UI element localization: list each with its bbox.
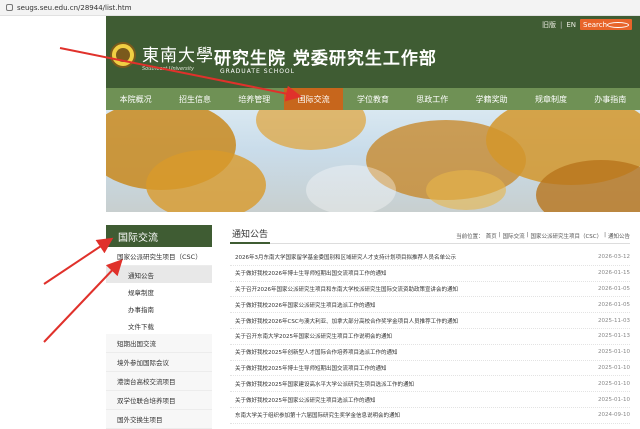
news-date: 2025-01-10 (598, 380, 630, 387)
news-title[interactable]: 关于做好我校2025年博士生导师短期出国交流项目工作的通知 (235, 364, 575, 372)
sidebar-item-exchange-student[interactable]: 国外交换生项目 (106, 410, 212, 429)
nav-item-ideology[interactable]: 思政工作 (403, 88, 462, 110)
news-row[interactable]: 关于做好我校2026年博士生导师短期出国交流项目工作的通知 2026-01-15 (230, 266, 630, 282)
news-row[interactable]: 关于召开2026年国家公派研究生项目和东南大学校派研究生国际交流资助政策宣讲会的… (230, 282, 630, 298)
nav-item-rules[interactable]: 规章制度 (521, 88, 580, 110)
breadcrumb: 当前位置： 首页 | 国际交流 | 国家公派研究生项目（CSC） | 通知公告 (456, 232, 630, 240)
news-title[interactable]: 关于做好我校2026年CSC与澳大利亚、加拿大部分高校合作奖学金项目人员推荐工作… (235, 317, 575, 325)
news-row[interactable]: 关于做好我校2025年国家公派研究生项目选派工作的通知 2025-01-10 (230, 392, 630, 408)
news-row[interactable]: 关于做好我校2026年CSC与澳大利亚、加拿大部分高校合作奖学金项目人员推荐工作… (230, 313, 630, 329)
news-title[interactable]: 2026年3月东南大学国家留学基金委国别和区域研究人才支持计划项目拟推荐人员名单… (235, 253, 575, 261)
nav-item-guide[interactable]: 办事指南 (581, 88, 640, 110)
search-box[interactable]: Search (580, 19, 632, 30)
arrow-annotation (43, 237, 114, 285)
news-row[interactable]: 关于召开东南大学2025年国家公派研究生项目工作说明会的通知 2025-01-13 (230, 329, 630, 345)
nav-item-international[interactable]: 国际交流 (283, 88, 344, 110)
university-name-cn: 東南大學 (142, 46, 214, 66)
news-title[interactable]: 关于召开2026年国家公派研究生项目和东南大学校派研究生国际交流资助政策宣讲会的… (235, 285, 575, 293)
news-date: 2025-01-10 (598, 396, 630, 403)
news-row[interactable]: 关于做好我校2025年博士生导师短期出国交流项目工作的通知 2025-01-10 (230, 361, 630, 377)
url-text: seugs.seu.edu.cn/28944/list.htm (17, 3, 132, 12)
nav-item-admissions[interactable]: 招生信息 (165, 88, 224, 110)
sidebar-title: 国际交流 (106, 225, 212, 247)
content-header: 通知公告 当前位置： 首页 | 国际交流 | 国家公派研究生项目（CSC） | … (230, 226, 630, 244)
sidebar-sub-rules[interactable]: 规章制度 (106, 283, 212, 300)
old-version-link[interactable]: 旧版 (542, 20, 556, 30)
news-date: 2026-01-05 (598, 301, 630, 308)
news-row[interactable]: 关于做好我校2026年国家公派研究生项目选派工作的通知 2026-01-05 (230, 297, 630, 314)
news-row[interactable]: 关于做好我校2025年国家建设高水平大学公派研究生项目选派工作的通知 2025-0… (230, 376, 630, 393)
breadcrumb-sep: | (498, 232, 501, 238)
news-title[interactable]: 关于做好我校2026年博士生导师短期出国交流项目工作的通知 (235, 269, 575, 277)
sidebar: 国际交流 国家公派研究生项目（CSC） 通知公告 规章制度 办事指南 文件下载 … (106, 225, 212, 429)
site-title: 研究生院 党委研究生工作部 (214, 49, 437, 69)
breadcrumb-csc[interactable]: 国家公派研究生项目（CSC） (530, 232, 602, 240)
english-link[interactable]: EN (566, 21, 576, 29)
breadcrumb-sep: | (604, 232, 606, 238)
main-content: 通知公告 当前位置： 首页 | 国际交流 | 国家公派研究生项目（CSC） | … (230, 226, 630, 424)
news-title[interactable]: 关于做好我校2026年国家公派研究生项目选派工作的通知 (235, 301, 575, 309)
nav-item-status-aid[interactable]: 学籍奖助 (462, 88, 521, 110)
sidebar-sub-guide[interactable]: 办事指南 (106, 300, 212, 317)
breadcrumb-home[interactable]: 首页 (486, 232, 497, 240)
nav-item-training[interactable]: 培养管理 (225, 88, 284, 110)
lock-icon (6, 4, 13, 11)
site-subtitle: GRADUATE SCHOOL (220, 68, 295, 75)
university-name-en: Southeast University (142, 66, 195, 72)
sidebar-item-csc[interactable]: 国家公派研究生项目（CSC） (106, 247, 212, 266)
sidebar-item-dual-degree[interactable]: 双学位联合培养项目 (106, 391, 212, 410)
university-logo[interactable] (110, 42, 136, 68)
breadcrumb-international[interactable]: 国际交流 (503, 232, 525, 240)
breadcrumb-notices[interactable]: 通知公告 (608, 232, 630, 240)
search-icon[interactable] (607, 21, 629, 28)
news-title[interactable]: 关于召开东南大学2025年国家公派研究生项目工作说明会的通知 (235, 332, 575, 340)
news-date: 2026-01-15 (598, 270, 630, 277)
news-date: 2026-01-05 (598, 285, 630, 292)
content-title: 通知公告 (230, 227, 271, 244)
news-row[interactable]: 东南大学关于组织参加第十六届国际研究生奖学金信息说明会的通知 2024-09-10 (230, 408, 630, 424)
nav-item-degree[interactable]: 学位教育 (343, 88, 402, 110)
news-title[interactable]: 东南大学关于组织参加第十六届国际研究生奖学金信息说明会的通知 (235, 411, 575, 419)
sidebar-item-short-exchange[interactable]: 短期出国交流 (106, 334, 212, 353)
news-date: 2025-11-03 (598, 317, 630, 324)
sidebar-sub-notices[interactable]: 通知公告 (106, 266, 212, 283)
news-row[interactable]: 关于做好我校2025年创新型人才国际合作培养项目选派工作的通知 2025-01-1… (230, 345, 630, 361)
news-title[interactable]: 关于做好我校2025年国家公派研究生项目选派工作的通知 (235, 396, 575, 404)
breadcrumb-sep: | (526, 232, 529, 238)
sidebar-sub-downloads[interactable]: 文件下载 (106, 317, 212, 334)
news-title[interactable]: 关于做好我校2025年国家建设高水平大学公派研究生项目选派工作的通知 (235, 380, 575, 388)
top-links: 旧版 | EN Search (542, 19, 632, 30)
news-date: 2025-01-13 (598, 333, 630, 340)
site-header: 旧版 | EN Search 東南大學 Southeast University… (106, 16, 640, 88)
news-title[interactable]: 关于做好我校2025年创新型人才国际合作培养项目选派工作的通知 (235, 348, 575, 356)
banner-image (106, 110, 640, 212)
sidebar-item-hk-macau-tw[interactable]: 港澳台高校交流项目 (106, 372, 212, 391)
browser-address-bar[interactable]: seugs.seu.edu.cn/28944/list.htm (0, 0, 640, 16)
divider: | (559, 20, 563, 29)
news-date: 2025-01-10 (598, 364, 630, 371)
sidebar-item-conference[interactable]: 境外参加国际会议 (106, 353, 212, 372)
news-row[interactable]: 2026年3月东南大学国家留学基金委国别和区域研究人才支持计划项目拟推荐人员名单… (230, 250, 630, 266)
news-date: 2026-03-12 (598, 254, 630, 261)
news-date: 2024-09-10 (598, 412, 630, 419)
main-nav: 本院概况 招生信息 培养管理 国际交流 学位教育 思政工作 学籍奖助 规章制度 … (106, 88, 640, 110)
nav-item-about[interactable]: 本院概况 (106, 88, 165, 110)
breadcrumb-label: 当前位置： (456, 234, 484, 240)
news-date: 2025-01-10 (598, 349, 630, 356)
search-input[interactable]: Search (583, 21, 607, 29)
news-list: 2026年3月东南大学国家留学基金委国别和区域研究人才支持计划项目拟推荐人员名单… (230, 250, 630, 424)
